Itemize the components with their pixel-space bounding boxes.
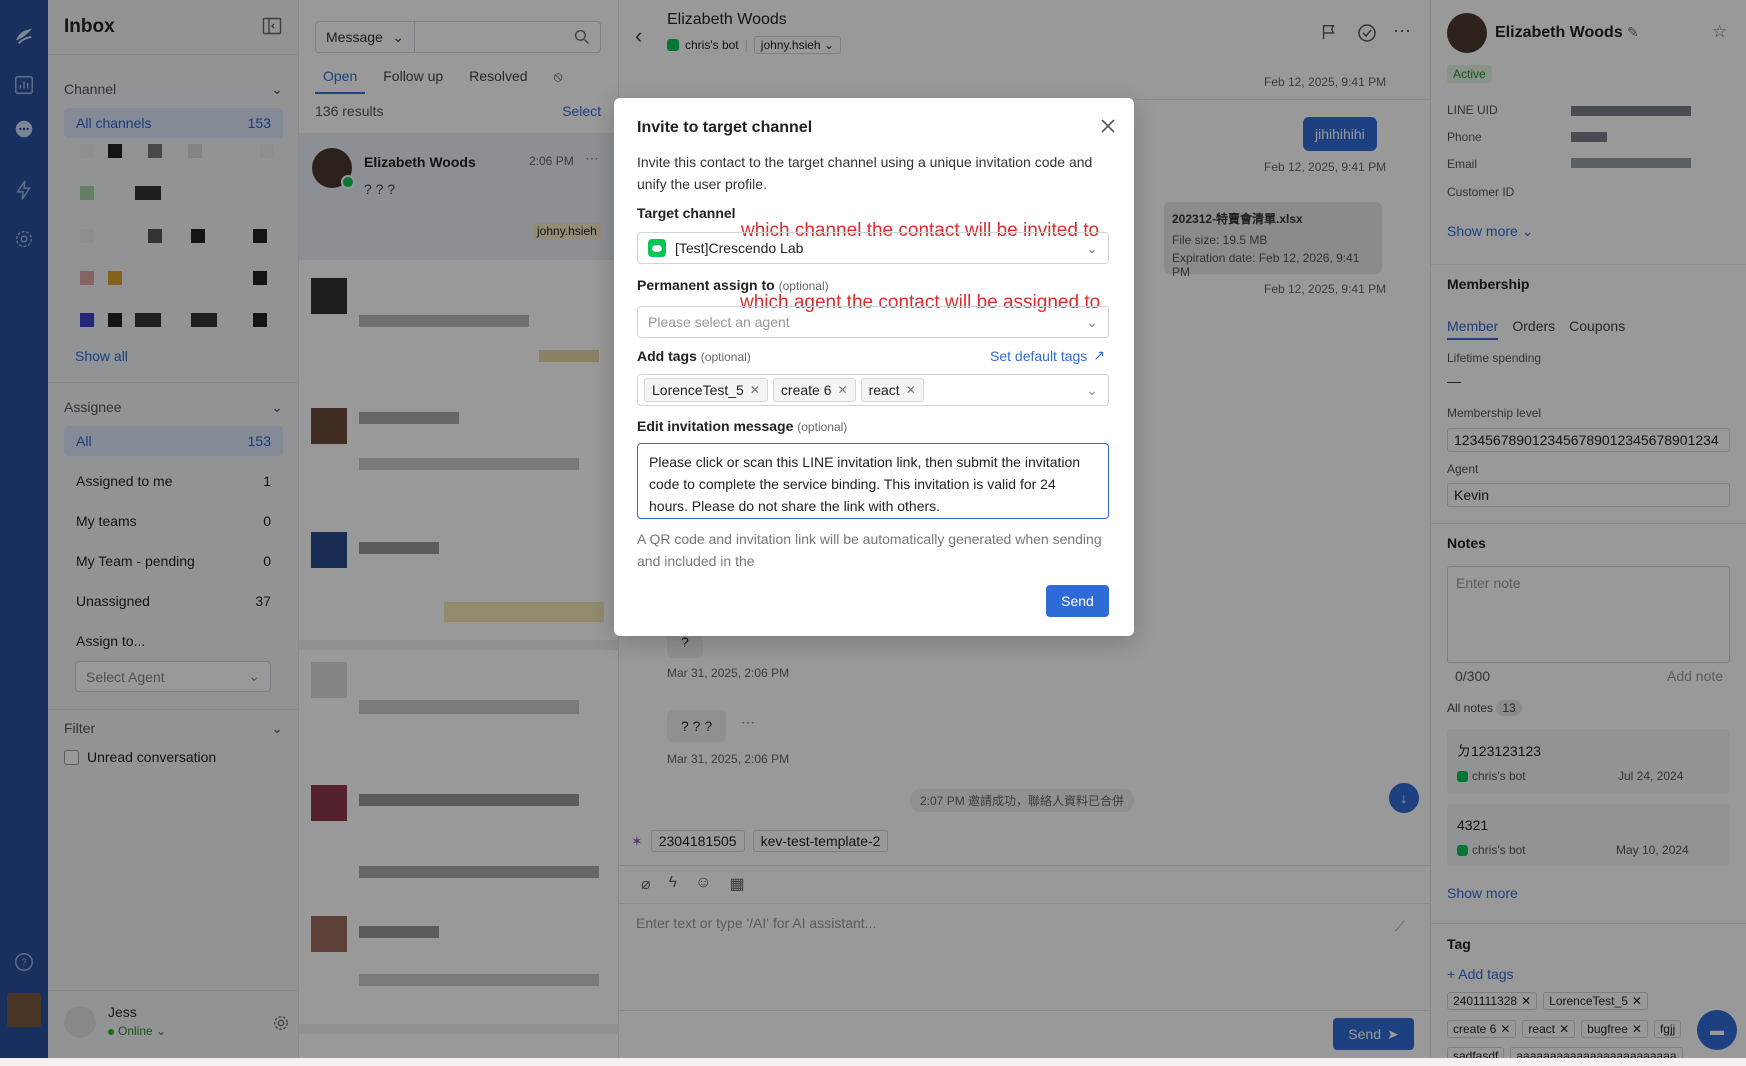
chevron-down-icon: ⌄: [1086, 381, 1098, 398]
optional-label: (optional): [700, 350, 751, 364]
permanent-assign-label-text: Permanent assign to: [637, 277, 775, 293]
optional-label: (optional): [778, 279, 829, 293]
close-icon[interactable]: ✕: [838, 383, 848, 397]
invitation-message-textarea[interactable]: Please click or scan this LINE invitatio…: [637, 443, 1109, 519]
tag-chip: create 6 ✕: [772, 378, 856, 402]
tag-label: create 6: [780, 382, 832, 398]
close-icon[interactable]: [1098, 116, 1118, 136]
invite-modal: Invite to target channel Invite this con…: [614, 98, 1134, 636]
agent-select[interactable]: Please select an agent ⌄: [637, 306, 1109, 338]
add-tags-label: Add tags (optional): [637, 348, 751, 364]
send-invitation-label: Send: [1061, 593, 1094, 609]
agent-select-placeholder: Please select an agent: [648, 314, 790, 330]
modal-title: Invite to target channel: [637, 119, 813, 136]
target-channel-label-text: Target channel: [637, 205, 736, 221]
close-icon[interactable]: ✕: [750, 383, 760, 397]
optional-label: (optional): [797, 420, 848, 434]
target-channel-select[interactable]: [Test]Crescendo Lab ⌄: [637, 232, 1109, 264]
target-channel-label: Target channel: [637, 205, 736, 221]
set-default-tags-link[interactable]: Set default tags ↗: [990, 347, 1105, 364]
modal-description: Invite this contact to the target channe…: [637, 154, 1093, 192]
invitation-message-label: Edit invitation message (optional): [637, 418, 847, 434]
permanent-assign-label: Permanent assign to (optional): [637, 277, 829, 293]
invitation-message-label-text: Edit invitation message: [637, 418, 794, 434]
tag-chip: LorenceTest_5 ✕: [644, 378, 768, 402]
set-default-tags-label: Set default tags: [990, 347, 1088, 364]
chevron-down-icon: ⌄: [1086, 313, 1098, 330]
external-link-icon: ↗: [1093, 347, 1106, 363]
line-icon: [648, 239, 666, 257]
tags-select[interactable]: LorenceTest_5 ✕ create 6 ✕ react ✕ ⌄: [637, 374, 1109, 406]
target-channel-value: [Test]Crescendo Lab: [675, 240, 804, 256]
tag-chip: react ✕: [860, 378, 924, 402]
add-tags-label-text: Add tags: [637, 348, 697, 364]
send-invitation-button[interactable]: Send: [1046, 585, 1109, 617]
invitation-hint: A QR code and invitation link will be au…: [637, 531, 1102, 569]
tag-label: LorenceTest_5: [652, 382, 744, 398]
chevron-down-icon: ⌄: [1086, 239, 1098, 256]
app-window: ? Inbox Channel ⌄ All channels 153 Show al…: [0, 0, 1746, 1058]
close-icon[interactable]: ✕: [906, 383, 916, 397]
tag-label: react: [868, 382, 900, 398]
